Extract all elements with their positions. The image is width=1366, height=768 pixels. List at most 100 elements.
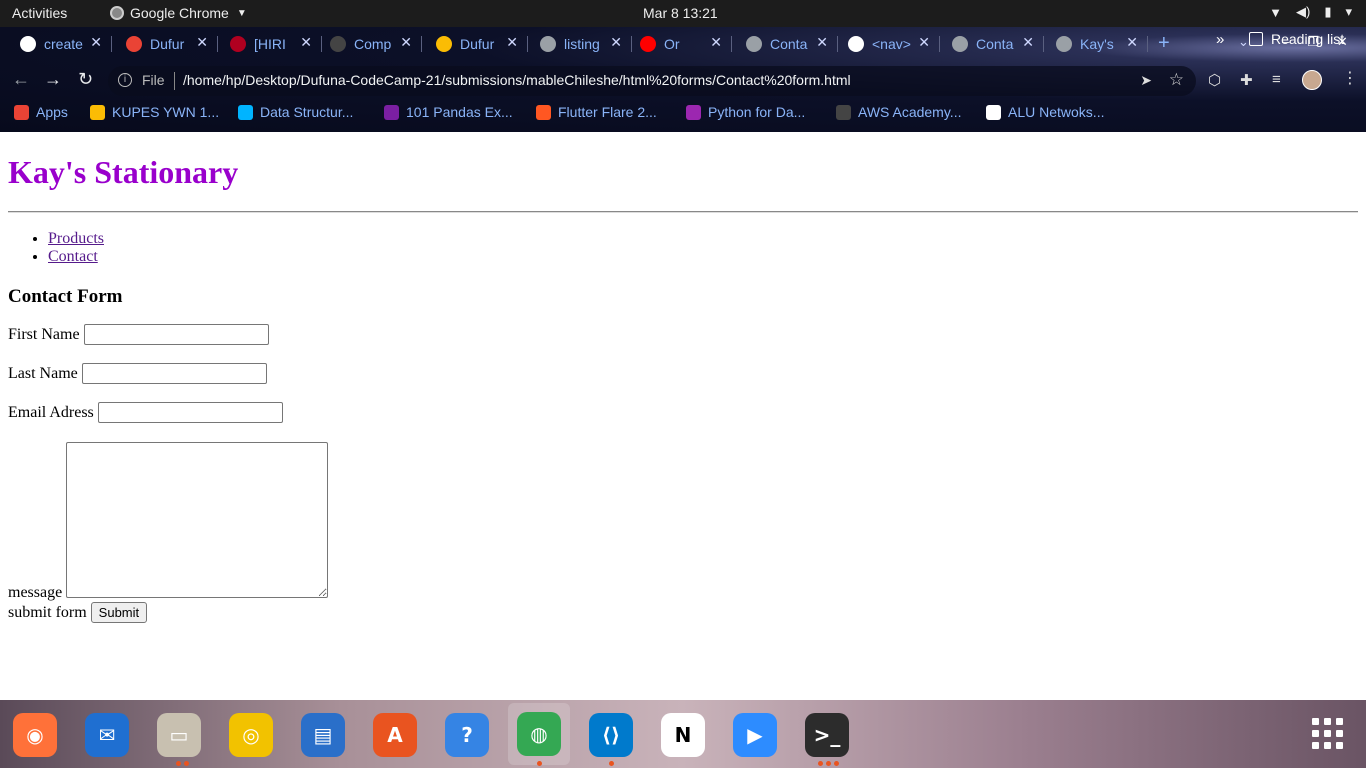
tab-close-icon[interactable]: ✕ [710,34,722,51]
tab-close-icon[interactable]: ✕ [1022,34,1034,51]
tab-close-icon[interactable]: ✕ [816,34,828,51]
profile-avatar[interactable] [1302,70,1322,90]
vscode-icon[interactable]: ⟨⟩ [588,712,634,758]
browser-tab[interactable]: listing ✕ [540,33,632,55]
bookmark-item[interactable]: Python for Da... [686,104,805,120]
system-tray[interactable]: ▼ ◀) ▮ ▾ [1269,4,1352,20]
grid-dot [1312,718,1319,725]
terminal-icon[interactable]: >_ [804,712,850,758]
new-tab-button[interactable]: + [1158,32,1170,55]
address-bar[interactable]: i File /home/hp/Desktop/Dufuna-CodeCamp-… [108,66,1196,96]
clock[interactable]: Mar 8 13:21 [643,5,718,21]
running-indicator [826,761,831,766]
bookmark-star-icon[interactable]: ☆ [1169,70,1184,90]
browser-tab[interactable]: Conta ✕ [952,33,1044,55]
dock-app-glyph: ✉ [85,713,129,757]
email-field[interactable] [97,402,283,423]
bookmark-favicon-icon [836,104,851,120]
tab-favicon-icon [746,36,762,52]
bookmark-label: Python for Da... [708,104,806,120]
bookmark-item[interactable]: 101 Pandas Ex... [384,104,513,120]
browser-tab[interactable]: Conta ✕ [746,33,838,55]
site-nav: Products Contact [48,230,104,266]
dock-app-glyph: ◍ [517,712,561,756]
app-menu[interactable]: Google Chrome ▼ [110,5,247,21]
ubuntu-software-icon[interactable]: A [372,712,418,758]
tab-close-icon[interactable]: ✕ [196,34,208,51]
chrome-menu-icon[interactable]: ⋮ [1342,68,1358,88]
tab-title: [HIRI [254,36,286,52]
browser-tab[interactable]: Comp ✕ [330,33,422,55]
back-icon[interactable]: ← [12,69,30,90]
browser-tab[interactable]: Dufur ✕ [436,33,528,55]
nav-item: Contact [48,248,104,266]
thunderbird-icon[interactable]: ✉ [84,712,130,758]
help-icon[interactable]: ? [444,712,490,758]
battery-icon: ▮ [1324,4,1332,19]
last-name-field[interactable] [81,363,267,384]
first-name-field[interactable] [83,324,269,345]
tab-close-icon[interactable]: ✕ [90,34,102,51]
browser-tab[interactable]: create ✕ [20,33,112,55]
firefox-icon[interactable]: ◉ [12,712,58,758]
app-name: Google Chrome [130,5,229,21]
form-heading: Contact Form [8,286,123,307]
power-menu-icon: ▾ [1345,4,1352,19]
browser-tab[interactable]: <nav> ✕ [848,33,940,55]
tab-close-icon[interactable]: ✕ [918,34,930,51]
bookmark-item[interactable]: AWS Academy... [836,104,961,120]
nav-link-contact[interactable]: Contact [48,248,98,265]
dock-app-glyph: ◉ [13,713,57,757]
submit-button[interactable]: Submit [90,602,148,623]
browser-tab[interactable]: Kay's ✕ [1056,33,1148,55]
grid-dot [1324,742,1331,749]
bookmark-favicon-icon [384,104,399,120]
rhythmbox-icon[interactable]: ◎ [228,712,274,758]
chrome-icon[interactable]: ◍ [508,703,570,765]
tab-close-icon[interactable]: ✕ [300,34,312,51]
tab-favicon-icon [640,36,656,52]
nav-link-products[interactable]: Products [48,230,104,247]
tab-close-icon[interactable]: ✕ [1126,34,1138,51]
bookmark-item[interactable]: Data Structur... [238,104,353,120]
submit-row: submit form Submit [8,602,148,623]
bookmark-item[interactable]: Apps [14,104,68,120]
browser-tab[interactable]: Or ✕ [640,33,732,55]
url-text[interactable]: /home/hp/Desktop/Dufuna-CodeCamp-21/subm… [183,72,851,88]
tab-close-icon[interactable]: ✕ [506,34,518,51]
gnome-top-bar: Activities Google Chrome ▼ Mar 8 13:21 ▼… [0,0,1366,27]
tab-close-icon[interactable]: ✕ [610,34,622,51]
grid-dot [1324,718,1331,725]
bookmarks-overflow-icon[interactable]: » [1216,31,1224,48]
bookmark-item[interactable]: Flutter Flare 2... [536,104,657,120]
bookmark-item[interactable]: KUPES YWN 1... [90,104,219,120]
message-textarea[interactable] [66,442,328,598]
tab-close-icon[interactable]: ✕ [400,34,412,51]
libreoffice-writer-icon[interactable]: ▤ [300,712,346,758]
extension-cube-icon[interactable]: ⬡ [1208,71,1221,89]
reading-list-button[interactable]: Reading list [1249,31,1344,47]
file-scheme-label: File [142,72,165,88]
grid-dot [1336,730,1343,737]
activities-button[interactable]: Activities [12,5,67,21]
bookmark-favicon-icon [90,104,105,120]
tab-title: listing [564,36,600,52]
media-control-icon[interactable]: ≡ [1272,71,1281,88]
browser-tab[interactable]: [HIRI ✕ [230,33,322,55]
zoom-icon[interactable]: ▶ [732,712,778,758]
message-label: message [8,584,63,601]
notion-icon[interactable]: N [660,712,706,758]
first-name-label: First Name [8,325,80,343]
forward-icon[interactable]: → [44,69,62,90]
tab-search-icon[interactable]: ⌄ [1238,34,1249,50]
dock-app-glyph: ◎ [229,713,273,757]
browser-tab[interactable]: Dufur ✕ [126,33,218,55]
browser-toolbar: ← → ↻ i File /home/hp/Desktop/Dufuna-Cod… [0,63,1366,97]
files-icon[interactable]: ▭ [156,712,202,758]
extensions-puzzle-icon[interactable]: ✚ [1240,71,1253,89]
reload-icon[interactable]: ↻ [78,69,93,90]
bookmark-item[interactable]: ALU Netwoks... [986,104,1104,120]
show-applications-icon[interactable] [1312,718,1344,750]
send-tab-icon[interactable]: ➤ [1140,72,1152,89]
info-icon[interactable]: i [118,73,132,87]
